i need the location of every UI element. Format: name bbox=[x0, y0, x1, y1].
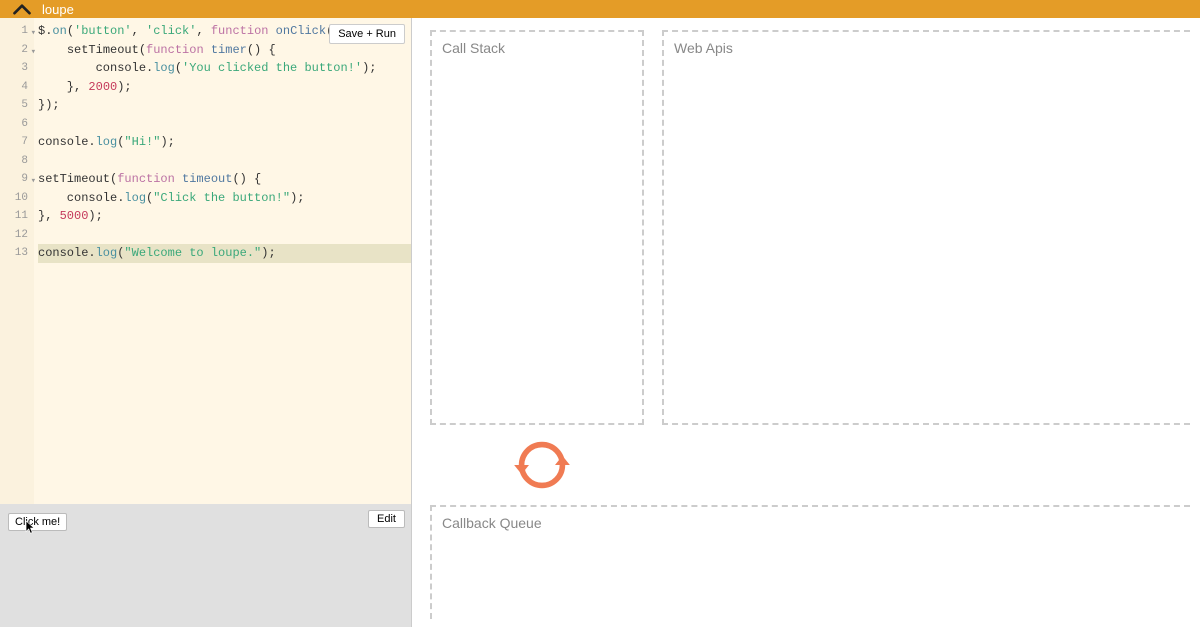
line-number: 5 bbox=[0, 96, 34, 115]
code-line-highlighted: console.log("Welcome to loupe."); bbox=[38, 244, 411, 263]
code-line: console.log("Hi!"); bbox=[38, 133, 411, 152]
code-line bbox=[38, 152, 411, 171]
line-number: 3 bbox=[0, 59, 34, 78]
code-editor[interactable]: 1 2 3 4 5 6 7 8 9 10 11 12 13 $.on('butt… bbox=[0, 18, 411, 504]
line-number: 9 bbox=[0, 170, 34, 189]
line-number: 4 bbox=[0, 78, 34, 97]
web-apis-label: Web Apis bbox=[674, 40, 733, 56]
code-line: console.log("Click the button!"); bbox=[38, 189, 411, 208]
header-bar: loupe bbox=[0, 0, 1200, 18]
code-line: }, 5000); bbox=[38, 207, 411, 226]
web-apis-panel: Web Apis bbox=[662, 30, 1190, 425]
callback-queue-label: Callback Queue bbox=[442, 515, 542, 531]
line-number-gutter: 1 2 3 4 5 6 7 8 9 10 11 12 13 bbox=[0, 18, 34, 504]
line-number: 1 bbox=[0, 22, 34, 41]
callback-queue-panel: Callback Queue bbox=[430, 505, 1190, 619]
call-stack-label: Call Stack bbox=[442, 40, 505, 56]
event-loop-icon bbox=[512, 439, 572, 491]
line-number: 7 bbox=[0, 133, 34, 152]
line-number: 13 bbox=[0, 244, 34, 263]
code-line: }, 2000); bbox=[38, 78, 411, 97]
logo-chevron-icon bbox=[12, 2, 32, 16]
line-number: 2 bbox=[0, 41, 34, 60]
line-number: 11 bbox=[0, 207, 34, 226]
line-number: 12 bbox=[0, 226, 34, 245]
line-number: 6 bbox=[0, 115, 34, 134]
render-preview: Click me! Edit bbox=[0, 504, 411, 627]
code-line bbox=[38, 226, 411, 245]
code-line bbox=[38, 115, 411, 134]
code-line: }); bbox=[38, 96, 411, 115]
code-content[interactable]: $.on('button', 'click', function onClick… bbox=[34, 18, 411, 504]
line-number: 10 bbox=[0, 189, 34, 208]
edit-button[interactable]: Edit bbox=[368, 510, 405, 528]
save-run-button[interactable]: Save + Run bbox=[329, 24, 405, 44]
logo-text: loupe bbox=[42, 2, 74, 17]
code-line: console.log('You clicked the button!'); bbox=[38, 59, 411, 78]
code-line: setTimeout(function timeout() { bbox=[38, 170, 411, 189]
call-stack-panel: Call Stack bbox=[430, 30, 644, 425]
right-panel: Call Stack Web Apis Callback Queue bbox=[412, 18, 1200, 627]
click-me-button[interactable]: Click me! bbox=[8, 513, 67, 531]
left-panel: 1 2 3 4 5 6 7 8 9 10 11 12 13 $.on('butt… bbox=[0, 18, 412, 627]
line-number: 8 bbox=[0, 152, 34, 171]
